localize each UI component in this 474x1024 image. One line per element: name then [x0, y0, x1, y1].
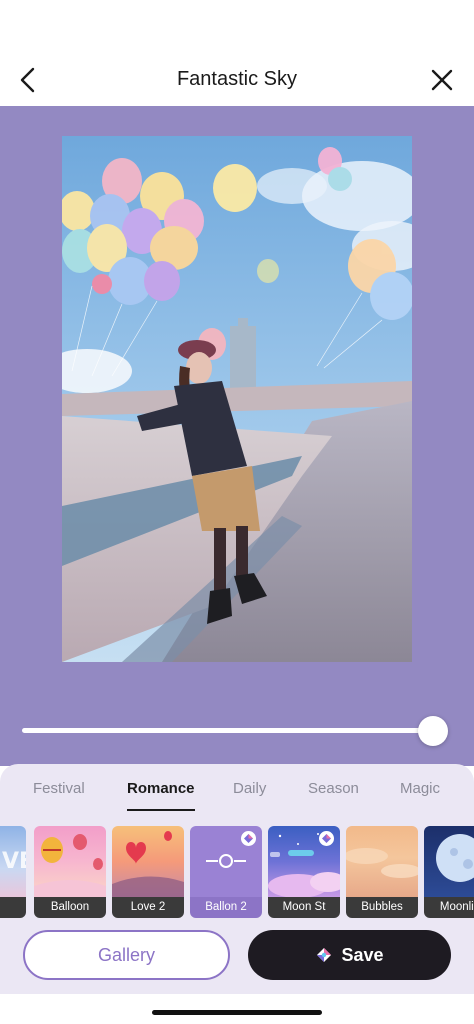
filter-item[interactable]: Moon St — [268, 826, 340, 918]
svg-text:VE: VE — [2, 849, 26, 874]
gallery-button[interactable]: Gallery — [23, 930, 230, 980]
tab-label: Romance — [127, 780, 195, 797]
slider-track[interactable] — [22, 728, 434, 733]
gem-icon — [322, 834, 331, 843]
page-title: Fantastic Sky — [176, 68, 298, 90]
save-button-label: Save — [341, 944, 384, 965]
tab-daily[interactable]: Daily — [233, 764, 266, 816]
tab-season[interactable]: Season — [308, 764, 359, 816]
filter-list[interactable]: VE 1 Balloon — [0, 826, 474, 918]
save-button[interactable]: Save — [248, 930, 451, 980]
close-icon — [431, 69, 453, 91]
tab-label: Season — [308, 780, 359, 797]
filter-label: Balloon — [34, 897, 106, 918]
filter-thumbnail — [34, 826, 106, 897]
close-button[interactable] — [426, 64, 458, 96]
filter-label: Ballon 2 — [190, 897, 262, 918]
filter-item[interactable]: Moonlig — [424, 826, 474, 918]
gallery-button-label: Gallery — [97, 944, 155, 965]
filter-item[interactable]: Love 2 — [112, 826, 184, 918]
filter-item[interactable]: Balloon — [34, 826, 106, 918]
premium-badge — [241, 831, 256, 846]
filter-label: Moon St — [268, 897, 340, 918]
filter-label: Bubbles — [346, 897, 418, 918]
category-tabs: Festival Romance Daily Season Magic — [0, 764, 474, 816]
tab-label: Festival — [33, 780, 85, 797]
filter-label: 1 — [0, 897, 26, 918]
bottom-safe-area — [0, 994, 474, 1024]
tab-label: Daily — [233, 780, 267, 797]
filter-item-selected[interactable]: Ballon 2 — [190, 826, 262, 918]
active-tab-indicator — [127, 809, 195, 811]
editor-canvas — [0, 106, 474, 766]
tab-festival[interactable]: Festival — [33, 764, 85, 816]
tab-romance[interactable]: Romance — [127, 764, 195, 816]
gem-icon — [317, 948, 332, 962]
filter-thumbnail — [424, 826, 474, 897]
photo-image — [62, 136, 412, 662]
filter-item[interactable]: Bubbles — [346, 826, 418, 918]
home-indicator — [152, 1010, 322, 1015]
intensity-slider[interactable] — [22, 716, 448, 746]
premium-badge — [319, 831, 334, 846]
slider-thumb[interactable] — [418, 716, 448, 746]
filter-thumbnail — [112, 826, 184, 897]
filter-item[interactable]: VE 1 — [0, 826, 26, 918]
tab-magic[interactable]: Magic — [400, 764, 440, 816]
tab-label: Magic — [400, 780, 441, 797]
filter-label: Moonlig — [424, 897, 474, 918]
top-bar: Fantastic Sky — [0, 0, 474, 106]
gem-icon — [244, 834, 253, 843]
filter-thumbnail: VE — [0, 826, 26, 897]
filter-thumbnail — [346, 826, 418, 897]
filter-label: Love 2 — [112, 897, 184, 918]
edited-photo[interactable] — [62, 136, 412, 662]
